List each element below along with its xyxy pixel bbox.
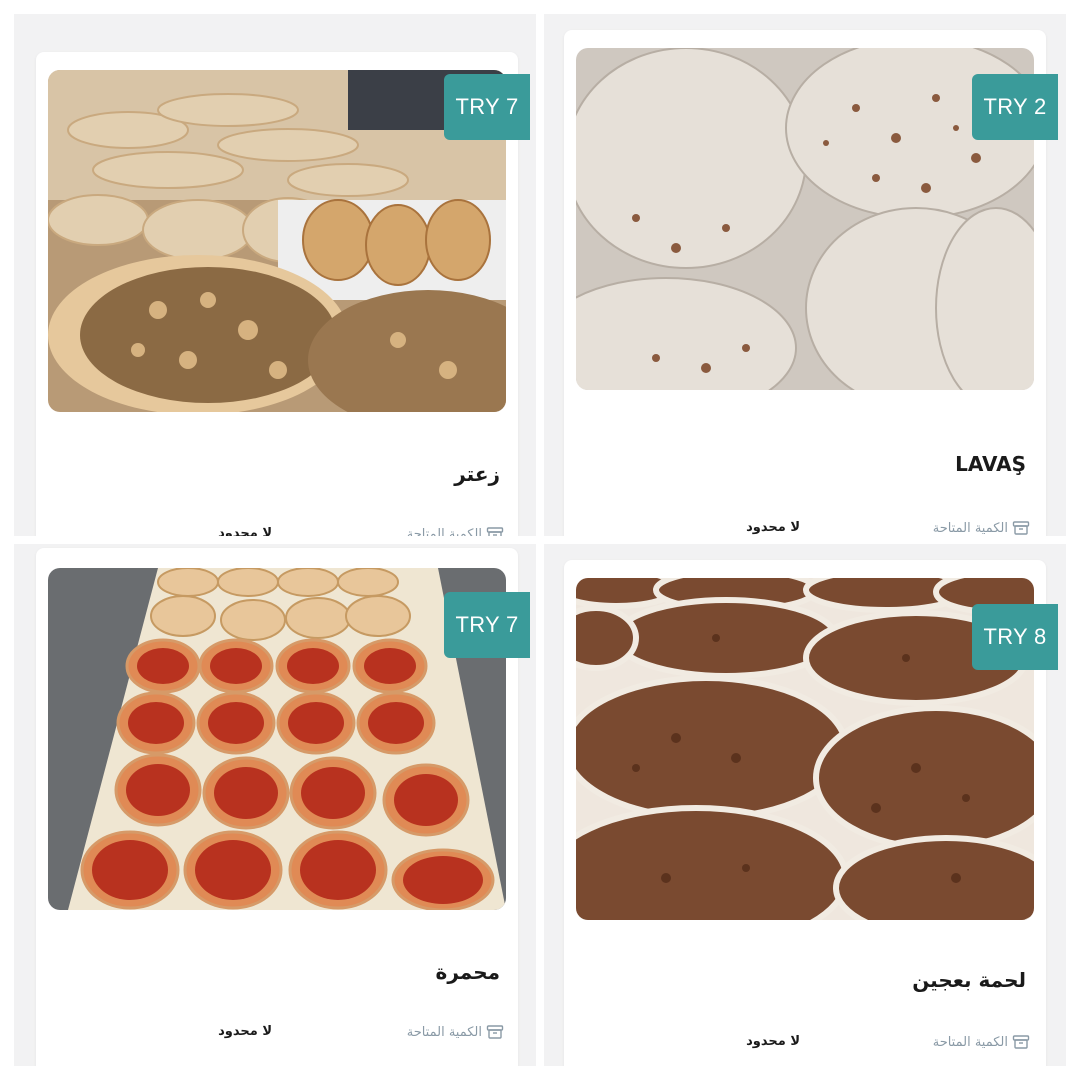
product-image-zaatar[interactable] — [48, 70, 506, 412]
archive-box-icon — [486, 527, 504, 536]
available-quantity-label: الكمية المتاحة — [933, 520, 1030, 536]
archive-box-icon — [486, 1025, 504, 1039]
product-image-muhammara[interactable] — [48, 568, 506, 910]
panel-lavas: TRY 2 LAVAŞ الكمية المتاحة لا محدود — [544, 14, 1066, 536]
product-image-lavas[interactable] — [576, 48, 1034, 390]
price-badge: TRY 7 — [444, 592, 530, 658]
panel-zaatar: TRY 7 زعتر الكمية المتاحة لا محدود — [14, 14, 536, 536]
product-card-lahmacun[interactable]: TRY 8 لحمة بعجين الكمية المتاحة لا محدود — [564, 560, 1058, 1066]
available-quantity-label: الكمية المتاحة — [407, 526, 504, 536]
available-quantity-value: لا محدود — [746, 520, 800, 535]
available-quantity-label: الكمية المتاحة — [407, 1024, 504, 1040]
archive-box-icon — [1012, 521, 1030, 535]
available-quantity-value: لا محدود — [218, 526, 272, 536]
product-title[interactable]: لحمة بعجين — [912, 968, 1026, 992]
product-card-muhammara[interactable]: TRY 7 محمرة الكمية المتاحة لا محدود — [36, 548, 530, 1066]
product-card-zaatar[interactable]: TRY 7 زعتر الكمية المتاحة لا محدود — [36, 52, 530, 536]
product-card-lavas[interactable]: TRY 2 LAVAŞ الكمية المتاحة لا محدود — [564, 30, 1058, 536]
price-badge: TRY 2 — [972, 74, 1058, 140]
available-quantity-value: لا محدود — [218, 1024, 272, 1039]
product-title[interactable]: زعتر — [454, 462, 500, 486]
product-title[interactable]: LAVAŞ — [955, 452, 1026, 476]
available-quantity-value: لا محدود — [746, 1034, 800, 1049]
available-quantity-label: الكمية المتاحة — [933, 1034, 1030, 1050]
product-title[interactable]: محمرة — [436, 960, 500, 984]
price-badge: TRY 7 — [444, 74, 530, 140]
product-image-lahmacun[interactable] — [576, 578, 1034, 920]
panel-muhammara: TRY 7 محمرة الكمية المتاحة لا محدود — [14, 544, 536, 1066]
archive-box-icon — [1012, 1035, 1030, 1049]
price-badge: TRY 8 — [972, 604, 1058, 670]
panel-lahmacun: TRY 8 لحمة بعجين الكمية المتاحة لا محدود — [544, 544, 1066, 1066]
